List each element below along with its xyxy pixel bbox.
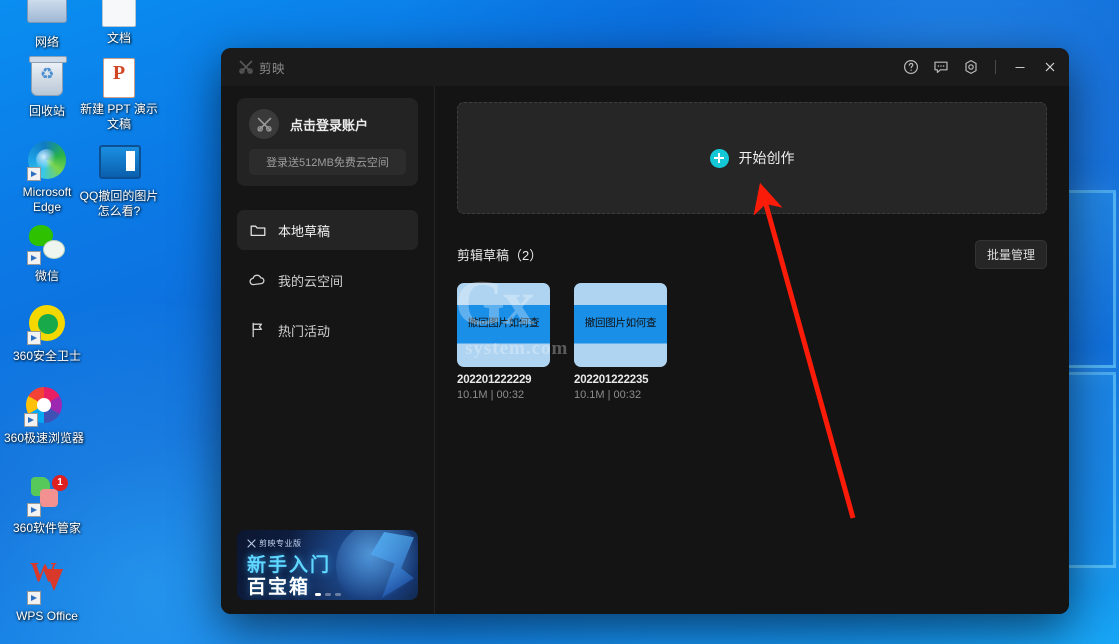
draft-thumbnail-text: 撤回图片如何查 xyxy=(584,317,657,329)
sidebar-nav: 本地草稿 我的云空间 热门活动 xyxy=(237,210,418,360)
start-creating-inner: 开始创作 xyxy=(709,148,795,168)
cloud-icon xyxy=(249,272,266,289)
desktop-icon-microsoft-edge[interactable]: Microsoft Edge xyxy=(8,140,86,215)
qq-image-icon xyxy=(99,145,141,185)
desktop-icon-360-safe[interactable]: 360安全卫士 xyxy=(2,303,92,364)
network-icon xyxy=(27,0,67,31)
wps-office-icon xyxy=(27,565,67,605)
promo-line-2: 百宝箱 xyxy=(247,577,311,598)
feedback-icon[interactable] xyxy=(926,52,956,82)
shortcut-arrow-icon xyxy=(27,331,41,345)
drafts-list: 撤回图片如何查 202201222229 10.1M | 00:32 撤回图片如… xyxy=(457,283,1047,401)
draft-meta: 10.1M | 00:32 xyxy=(457,389,525,401)
desktop-icon-qq-recall[interactable]: QQ撤回的图片怎么看? xyxy=(76,140,162,219)
gear-icon[interactable] xyxy=(956,52,986,82)
app-title: 剪映 xyxy=(259,61,286,76)
account-card[interactable]: 点击登录账户 登录送512MB免费云空间 xyxy=(237,98,418,186)
windows-desktop: 网络 文档 回收站 新建 PPT 演示文稿 Microsoft Edge QQ撤… xyxy=(0,0,1119,644)
draft-item[interactable]: 撤回图片如何查 202201222229 10.1M | 00:32 xyxy=(457,283,550,401)
drafts-section-header: 剪辑草稿（2） 批量管理 xyxy=(457,240,1047,269)
promo-logo-text: 剪映专业版 xyxy=(259,539,302,548)
360-software-manager-icon: 1 xyxy=(27,475,68,517)
account-login-label: 点击登录账户 xyxy=(290,117,369,133)
360-safe-icon xyxy=(27,305,67,345)
help-icon[interactable] xyxy=(896,52,926,82)
drafts-section-title: 剪辑草稿（2） xyxy=(457,248,543,263)
start-creating-label: 开始创作 xyxy=(738,150,795,166)
shortcut-arrow-icon xyxy=(27,167,41,181)
desktop-icon-label: Microsoft Edge xyxy=(22,185,72,214)
shortcut-arrow-icon xyxy=(24,413,38,427)
avatar xyxy=(249,109,279,139)
carousel-dot[interactable] xyxy=(314,593,321,596)
sidebar-item-hot-activity[interactable]: 热门活动 xyxy=(237,310,418,350)
cloud-storage-promo-badge: 登录送512MB免费云空间 xyxy=(249,149,406,175)
plus-icon xyxy=(709,148,729,168)
desktop-icon-label: QQ撤回的图片怎么看? xyxy=(79,189,159,218)
sidebar: 点击登录账户 登录送512MB免费云空间 本地草稿 我的云空间 热门活动 剪映专… xyxy=(221,86,435,614)
desktop-icon-label: 微信 xyxy=(34,269,59,283)
desktop-icon-label: 网络 xyxy=(34,35,59,49)
desktop-icon-label: 文档 xyxy=(106,31,131,45)
promo-logo: 剪映专业版 xyxy=(247,538,302,549)
desktop-icon-recycle-bin[interactable]: 回收站 xyxy=(8,56,86,119)
account-row: 点击登录账户 xyxy=(249,109,406,139)
edge-icon xyxy=(27,141,67,181)
draft-name: 202201222229 xyxy=(457,374,532,386)
titlebar-divider xyxy=(995,60,996,74)
folder-icon xyxy=(249,222,266,239)
draft-thumbnail-text: 撤回图片如何查 xyxy=(467,317,540,329)
desktop-icon-360-software-manager[interactable]: 1 360软件管家 xyxy=(2,473,92,536)
recycle-bin-icon xyxy=(27,56,67,100)
wallpaper-logo-pane-2 xyxy=(1064,372,1116,568)
jianying-app-window: 剪映 点击登录账户 登录送512MB免费云空间 本地草稿 我的云空间 热门活动 … xyxy=(221,48,1069,614)
powerpoint-icon xyxy=(99,58,139,98)
batch-manage-button[interactable]: 批量管理 xyxy=(974,240,1047,269)
jianying-logo-icon xyxy=(239,60,253,74)
360-browser-icon xyxy=(24,387,64,427)
draft-meta: 10.1M | 00:32 xyxy=(574,389,642,401)
desktop-icon-label: 新建 PPT 演示文稿 xyxy=(80,102,158,131)
desktop-icon-network[interactable]: 网络 xyxy=(8,0,86,50)
promo-carousel-dots[interactable] xyxy=(314,593,341,596)
desktop-icon-wechat[interactable]: 微信 xyxy=(8,222,86,284)
desktop-icon-label: 回收站 xyxy=(28,104,65,118)
main-panel: 开始创作 剪辑草稿（2） 批量管理 撤回图片如何查 202201222229 1… xyxy=(435,86,1069,614)
desktop-icon-new-ppt[interactable]: 新建 PPT 演示文稿 xyxy=(76,57,162,132)
draft-item[interactable]: 撤回图片如何查 202201222235 10.1M | 00:32 xyxy=(574,283,667,401)
desktop-icon-label: 360软件管家 xyxy=(12,521,82,535)
draft-name: 202201222235 xyxy=(574,374,649,386)
draft-thumbnail[interactable]: 撤回图片如何查 xyxy=(457,283,550,367)
notification-badge: 1 xyxy=(52,475,68,491)
shortcut-arrow-icon xyxy=(27,503,41,517)
sidebar-item-label: 热门活动 xyxy=(278,323,331,339)
draft-thumbnail[interactable]: 撤回图片如何查 xyxy=(574,283,667,367)
desktop-icon-label: WPS Office xyxy=(16,609,78,623)
document-icon xyxy=(99,0,139,27)
close-button[interactable] xyxy=(1035,52,1065,82)
promo-banner[interactable]: 剪映专业版 新手入门 百宝箱 xyxy=(237,530,418,600)
minimize-button[interactable] xyxy=(1005,52,1035,82)
desktop-icon-wps-office[interactable]: WPS Office xyxy=(2,562,92,624)
window-body: 点击登录账户 登录送512MB免费云空间 本地草稿 我的云空间 热门活动 剪映专… xyxy=(221,86,1069,614)
shortcut-arrow-icon xyxy=(27,251,41,265)
carousel-dot[interactable] xyxy=(334,593,341,596)
desktop-icon-label: 360极速浏览器 xyxy=(3,431,85,445)
shortcut-arrow-icon xyxy=(27,591,41,605)
flag-icon xyxy=(249,322,266,339)
app-brand: 剪映 xyxy=(239,58,285,77)
desktop-icon-documents[interactable]: 文档 xyxy=(80,0,158,46)
desktop-icon-label: 360安全卫士 xyxy=(12,349,82,363)
sidebar-item-local-drafts[interactable]: 本地草稿 xyxy=(237,210,418,250)
wechat-icon xyxy=(27,225,67,265)
start-creating-dropzone[interactable]: 开始创作 xyxy=(457,102,1047,214)
desktop-icon-360-browser[interactable]: 360极速浏览器 xyxy=(2,385,86,446)
window-titlebar: 剪映 xyxy=(221,48,1069,86)
sidebar-item-cloud-space[interactable]: 我的云空间 xyxy=(237,260,418,300)
wallpaper-logo-pane-1 xyxy=(1064,190,1116,368)
sidebar-item-label: 我的云空间 xyxy=(278,273,344,289)
carousel-dot[interactable] xyxy=(324,593,331,596)
sidebar-item-label: 本地草稿 xyxy=(278,223,331,239)
